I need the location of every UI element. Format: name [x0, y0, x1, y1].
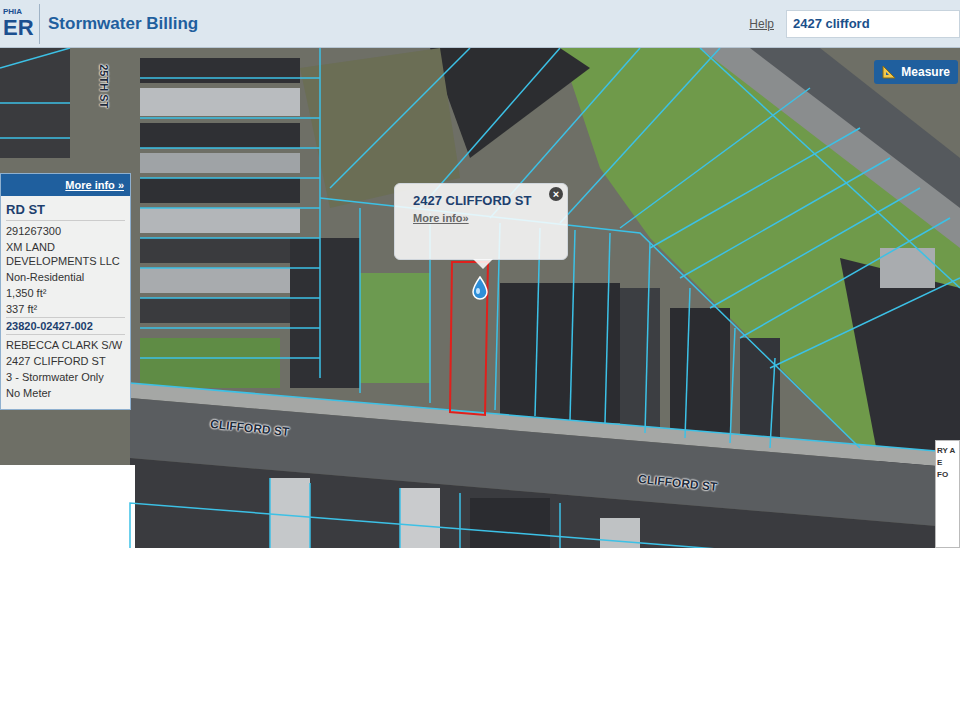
search-field[interactable]	[786, 10, 960, 38]
location-marker-icon[interactable]	[471, 276, 489, 302]
info-row: REBECCA CLARK S/W	[6, 337, 125, 353]
info-row: 291267300	[6, 223, 125, 239]
app-title: Stormwater Billing	[48, 11, 198, 37]
corner-text: RY A	[937, 445, 959, 457]
info-more-link[interactable]: More info »	[65, 177, 124, 194]
measure-label: Measure	[901, 63, 950, 81]
info-row: 2427 CLIFFORD ST	[6, 353, 125, 369]
parcel-heading: RD ST	[6, 202, 125, 221]
street-label: 25TH ST	[96, 60, 113, 112]
account-heading: 23820-02427-002	[6, 317, 125, 335]
logo[interactable]: PHIA ER	[0, 4, 40, 44]
popup-title: 2427 CLIFFORD ST	[413, 192, 549, 210]
help-link[interactable]: Help	[749, 15, 774, 33]
info-row: Non-Residential	[6, 269, 125, 285]
top-bar: PHIA ER Stormwater Billing Help	[0, 0, 960, 48]
parcel-popup: 2427 CLIFFORD ST More info» ×	[394, 183, 568, 260]
logo-top: PHIA	[3, 7, 39, 16]
info-row: 337 ft²	[6, 301, 125, 317]
info-row: 3 - Stormwater Only	[6, 369, 125, 385]
info-row: No Meter	[6, 385, 125, 401]
measure-button[interactable]: Measure	[874, 60, 958, 84]
corner-text: FO	[937, 469, 959, 481]
map[interactable]: 25TH STCLIFFORD STCLIFFORD ST 2427 CLIFF…	[0, 48, 960, 548]
logo-bottom: ER	[3, 16, 39, 40]
corner-text: E	[937, 457, 959, 469]
popup-more-info-link[interactable]: More info»	[413, 210, 549, 226]
info-row: XM LAND DEVELOPMENTS LLC	[6, 239, 125, 269]
popup-close-button[interactable]: ×	[549, 187, 563, 201]
info-panel-header: More info »	[1, 174, 130, 196]
info-panel: More info » RD ST 291267300XM LAND DEVEL…	[0, 173, 131, 410]
info-row: 1,350 ft²	[6, 285, 125, 301]
popup-pointer-icon	[473, 259, 493, 269]
corner-panel: RY AEFO	[935, 440, 960, 548]
ruler-icon	[882, 65, 896, 79]
